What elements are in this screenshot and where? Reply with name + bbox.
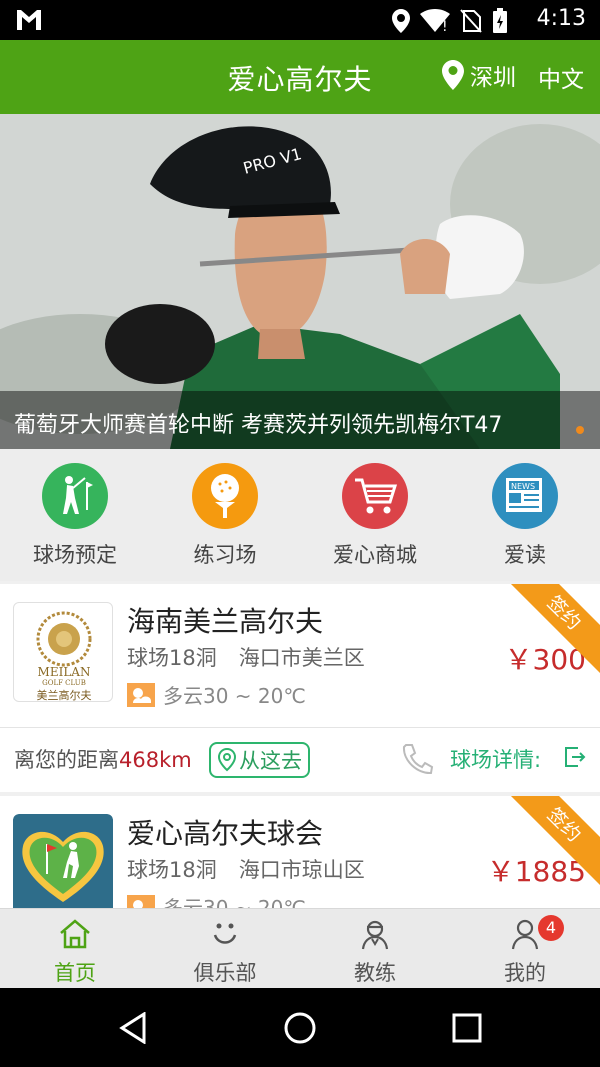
course-location: 海口市琼山区 [238, 858, 365, 882]
distance-text: 离您的距离468km [14, 744, 192, 774]
quick-nav-label: 练习场 [193, 543, 257, 567]
no-sim-icon [460, 9, 482, 33]
carousel-indicator [576, 426, 584, 434]
course-logo [13, 814, 113, 908]
quick-nav-label: 爱心商城 [333, 543, 417, 567]
app-header: 爱心高尔夫 深圳 中文 [0, 40, 600, 114]
partly-cloudy-icon [127, 682, 155, 707]
quick-nav-driving-range[interactable]: 练习场 [150, 449, 300, 581]
course-holes: 球场18洞 [127, 858, 217, 882]
tab-coach[interactable]: 教练 [300, 909, 450, 988]
city-selector[interactable]: 深圳 [442, 58, 516, 92]
city-label: 深圳 [470, 65, 516, 91]
course-logo: MEILAN GOLF CLUB 美兰高尔夫 [13, 602, 113, 702]
logo-text: MEILAN [37, 665, 91, 679]
person-icon [511, 919, 539, 950]
golfer-icon [42, 463, 108, 529]
cart-icon [342, 463, 408, 529]
home-circle-icon[interactable] [283, 1011, 317, 1045]
status-icons: ! [392, 8, 508, 34]
open-detail-icon[interactable] [564, 746, 586, 768]
svg-text:!: ! [442, 19, 448, 33]
tab-club[interactable]: 俱乐部 [150, 909, 300, 988]
course-weather: 多云30 ~ 20℃ [127, 892, 306, 908]
status-bar: ! 4:13 [0, 0, 600, 40]
course-card[interactable]: MEILAN GOLF CLUB 美兰高尔夫 海南美兰高尔夫 球场18洞 海口市美… [0, 584, 600, 792]
quick-nav: 球场预定 练习场 爱心商城 NEWS 爱读 [0, 449, 600, 581]
svg-text:NEWS: NEWS [511, 482, 535, 491]
wifi-icon: ! [420, 9, 450, 33]
phone-icon[interactable] [398, 741, 434, 777]
gmail-icon [17, 10, 41, 30]
smile-icon [213, 923, 237, 944]
quick-nav-mall[interactable]: 爱心商城 [300, 449, 450, 581]
bottom-tab-bar: 首页 俱乐部 教练 我的 4 [0, 908, 600, 988]
tab-label: 我的 [504, 961, 546, 985]
battery-icon [493, 8, 507, 33]
course-card[interactable]: 爱心高尔夫球会 球场18洞 海口市琼山区 多云30 ~ 20℃ ￥1885 签约 [0, 796, 600, 908]
notification-badge: 4 [538, 915, 564, 941]
clock: 4:13 [536, 6, 586, 31]
tab-label: 首页 [54, 961, 96, 985]
course-info: 球场18洞 海口市琼山区 [127, 854, 365, 884]
tab-label: 教练 [354, 961, 396, 985]
weather-text: 多云30 ~ 20℃ [163, 684, 306, 708]
course-location: 海口市美兰区 [238, 646, 365, 670]
course-detail-link[interactable]: 球场详情: [450, 744, 541, 774]
quick-nav-label: 爱读 [504, 543, 546, 567]
back-icon[interactable] [118, 1012, 150, 1044]
course-holes: 球场18洞 [127, 646, 217, 670]
logo-text: 美兰高尔夫 [36, 689, 92, 702]
logo-text: GOLF CLUB [42, 679, 86, 687]
course-weather: 多云30 ~ 20℃ [127, 680, 306, 709]
course-name: 爱心高尔夫球会 [127, 817, 324, 850]
language-switch[interactable]: 中文 [538, 60, 584, 94]
coach-icon [361, 920, 389, 950]
news-banner[interactable]: PRO V1 葡萄牙大师赛首轮中断 考赛茨并列领先凯梅尔T47 [0, 114, 600, 449]
course-info: 球场18洞 海口市美兰区 [127, 642, 365, 672]
distance-label: 离您的距离 [14, 748, 119, 772]
system-nav-bar [0, 988, 600, 1067]
tab-home[interactable]: 首页 [0, 909, 150, 988]
news-icon: NEWS [492, 463, 558, 529]
quick-nav-course-booking[interactable]: 球场预定 [0, 449, 150, 581]
navigate-button[interactable]: 从这去 [209, 742, 310, 778]
map-pin-icon [442, 60, 464, 90]
app-screen: ! 4:13 爱心高尔夫 深圳 中文 PRO V1 葡萄牙大师赛首轮中断 考赛茨… [0, 0, 600, 1067]
tab-label: 俱乐部 [193, 961, 257, 985]
banner-caption: 葡萄牙大师赛首轮中断 考赛茨并列领先凯梅尔T47 [0, 391, 600, 449]
course-name: 海南美兰高尔夫 [127, 605, 324, 638]
location-pin-icon [217, 748, 237, 772]
distance-value: 468km [119, 748, 192, 772]
recents-icon[interactable] [452, 1013, 482, 1043]
location-icon [392, 9, 410, 33]
navigate-label: 从这去 [239, 749, 302, 773]
quick-nav-reading[interactable]: NEWS 爱读 [450, 449, 600, 581]
partly-cloudy-icon [127, 894, 155, 908]
quick-nav-label: 球场预定 [33, 543, 117, 567]
golf-ball-tee-icon [192, 463, 258, 529]
weather-text: 多云30 ~ 20℃ [163, 896, 306, 908]
divider [0, 727, 600, 728]
tab-me[interactable]: 我的 4 [450, 909, 600, 988]
home-icon [60, 919, 90, 949]
